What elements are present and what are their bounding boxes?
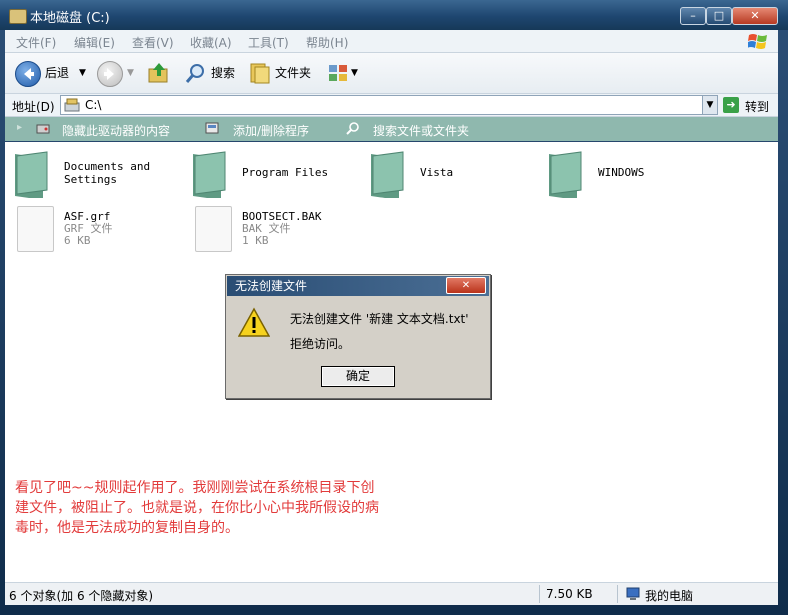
task-arrow-icon: ▸ — [17, 122, 23, 133]
folder-icon — [193, 151, 226, 198]
error-dialog: 无法创建文件 ✕ 无法创建文件 '新建 文本文档.txt' 拒绝访问。 确定 — [225, 274, 491, 399]
menu-tools[interactable]: 工具(T) — [248, 34, 289, 51]
menu-view[interactable]: 查看(V) — [132, 34, 174, 51]
address-input[interactable]: C:\ ▼ — [60, 95, 718, 115]
folder-item[interactable]: Program Files — [191, 150, 361, 204]
close-button[interactable]: ✕ — [732, 7, 778, 25]
dialog-title: 无法创建文件 — [235, 279, 308, 293]
folder-name: Program Files — [242, 166, 329, 179]
drive-small-icon — [64, 98, 80, 112]
address-value: C:\ — [85, 98, 102, 112]
explorer-window: 本地磁盘 (C:) – □ ✕ 文件(F) 编辑(E) 查看(V) 收藏(A) … — [0, 0, 788, 615]
search-button[interactable]: 搜索 — [185, 61, 245, 85]
menu-file[interactable]: 文件(F) — [16, 34, 56, 51]
folder-icon — [549, 151, 582, 198]
status-location: 我的电脑 — [645, 589, 694, 603]
title-bar[interactable]: 本地磁盘 (C:) – □ ✕ — [0, 0, 788, 30]
warning-icon — [238, 307, 270, 337]
back-button[interactable]: 后退 ▼ — [15, 61, 95, 87]
file-size: 6 KB — [64, 234, 91, 247]
back-arrow-icon — [15, 61, 41, 87]
status-bar: 6 个对象(加 6 个隐藏对象) 7.50 KB 我的电脑 — [5, 582, 778, 605]
go-arrow-icon: ➜ — [723, 97, 739, 113]
forward-arrow-icon — [97, 61, 123, 87]
status-object-count: 6 个对象(加 6 个隐藏对象) — [9, 589, 154, 603]
folder-name: Vista — [420, 166, 454, 179]
views-button[interactable]: ▼ — [327, 61, 361, 85]
folder-icon — [15, 151, 48, 198]
up-folder-button[interactable] — [147, 61, 173, 85]
back-dropdown-icon[interactable]: ▼ — [79, 61, 86, 85]
file-size: 1 KB — [242, 234, 269, 247]
up-folder-icon — [148, 63, 168, 83]
go-button[interactable]: ➜ 转到 — [723, 95, 775, 115]
folder-item[interactable]: Documents and Settings — [13, 150, 183, 204]
search-icon — [185, 64, 204, 83]
search-files-icon — [346, 122, 359, 135]
status-divider — [539, 585, 540, 603]
search-label: 搜索 — [211, 66, 236, 80]
add-remove-programs-icon — [205, 122, 219, 134]
address-dropdown-icon[interactable]: ▼ — [702, 96, 717, 114]
task-hide-drive[interactable]: 隐藏此驱动器的内容 — [62, 122, 170, 139]
dialog-message: 无法创建文件 '新建 文本文档.txt' 拒绝访问。 — [290, 307, 469, 357]
menu-help[interactable]: 帮助(H) — [306, 34, 348, 51]
folder-name: Documents and Settings — [64, 160, 151, 186]
menu-favorites[interactable]: 收藏(A) — [190, 34, 232, 51]
folder-icon — [371, 151, 404, 198]
address-label: 地址(D) — [12, 100, 55, 114]
toolbar: 后退 ▼ ▼ 搜索 文件夹 ▼ — [5, 53, 778, 94]
forward-dropdown-icon[interactable]: ▼ — [127, 61, 134, 85]
folders-icon — [250, 63, 270, 84]
minimize-button[interactable]: – — [680, 7, 706, 25]
views-icon — [329, 65, 347, 81]
dialog-message-line1: 无法创建文件 '新建 文本文档.txt' — [290, 312, 469, 326]
maximize-button[interactable]: □ — [706, 7, 732, 25]
address-bar: 地址(D) C:\ ▼ ➜ 转到 — [5, 94, 778, 117]
go-label: 转到 — [745, 100, 770, 114]
window-title: 本地磁盘 (C:) — [30, 11, 110, 26]
folders-button[interactable]: 文件夹 — [249, 61, 315, 85]
windows-logo-icon — [748, 34, 767, 49]
status-size: 7.50 KB — [546, 587, 593, 601]
folders-label: 文件夹 — [275, 66, 312, 80]
dialog-message-line2: 拒绝访问。 — [290, 337, 351, 351]
generic-file-icon — [195, 206, 232, 252]
drive-icon — [9, 9, 27, 24]
views-dropdown-icon[interactable]: ▼ — [351, 61, 358, 85]
task-add-remove-programs[interactable]: 添加/删除程序 — [233, 122, 309, 139]
generic-file-icon — [17, 206, 54, 252]
menu-bar: 文件(F) 编辑(E) 查看(V) 收藏(A) 工具(T) 帮助(H) — [5, 30, 778, 53]
hide-drive-icon — [36, 124, 50, 134]
folder-name: WINDOWS — [598, 166, 645, 179]
my-computer-icon — [626, 587, 640, 600]
status-divider — [617, 585, 618, 603]
ok-button[interactable]: 确定 — [321, 366, 395, 387]
folder-item[interactable]: Vista — [369, 150, 539, 204]
menu-edit[interactable]: 编辑(E) — [74, 34, 115, 51]
file-item[interactable]: ASF.grf GRF 文件 6 KB — [17, 206, 183, 254]
annotation-text: 看见了吧~~规则起作用了。我刚刚尝试在系统根目录下创建文件，被阻止了。也就是说，… — [15, 480, 379, 536]
file-item[interactable]: BOOTSECT.BAK BAK 文件 1 KB — [195, 206, 361, 254]
task-bar: ▸ 隐藏此驱动器的内容 添加/删除程序 搜索文件或文件夹 — [5, 117, 778, 141]
forward-button[interactable]: ▼ — [97, 61, 137, 87]
dialog-close-button[interactable]: ✕ — [446, 277, 486, 294]
folder-item[interactable]: WINDOWS — [547, 150, 717, 204]
back-label: 后退 — [45, 66, 70, 80]
task-search-files[interactable]: 搜索文件或文件夹 — [373, 122, 469, 139]
